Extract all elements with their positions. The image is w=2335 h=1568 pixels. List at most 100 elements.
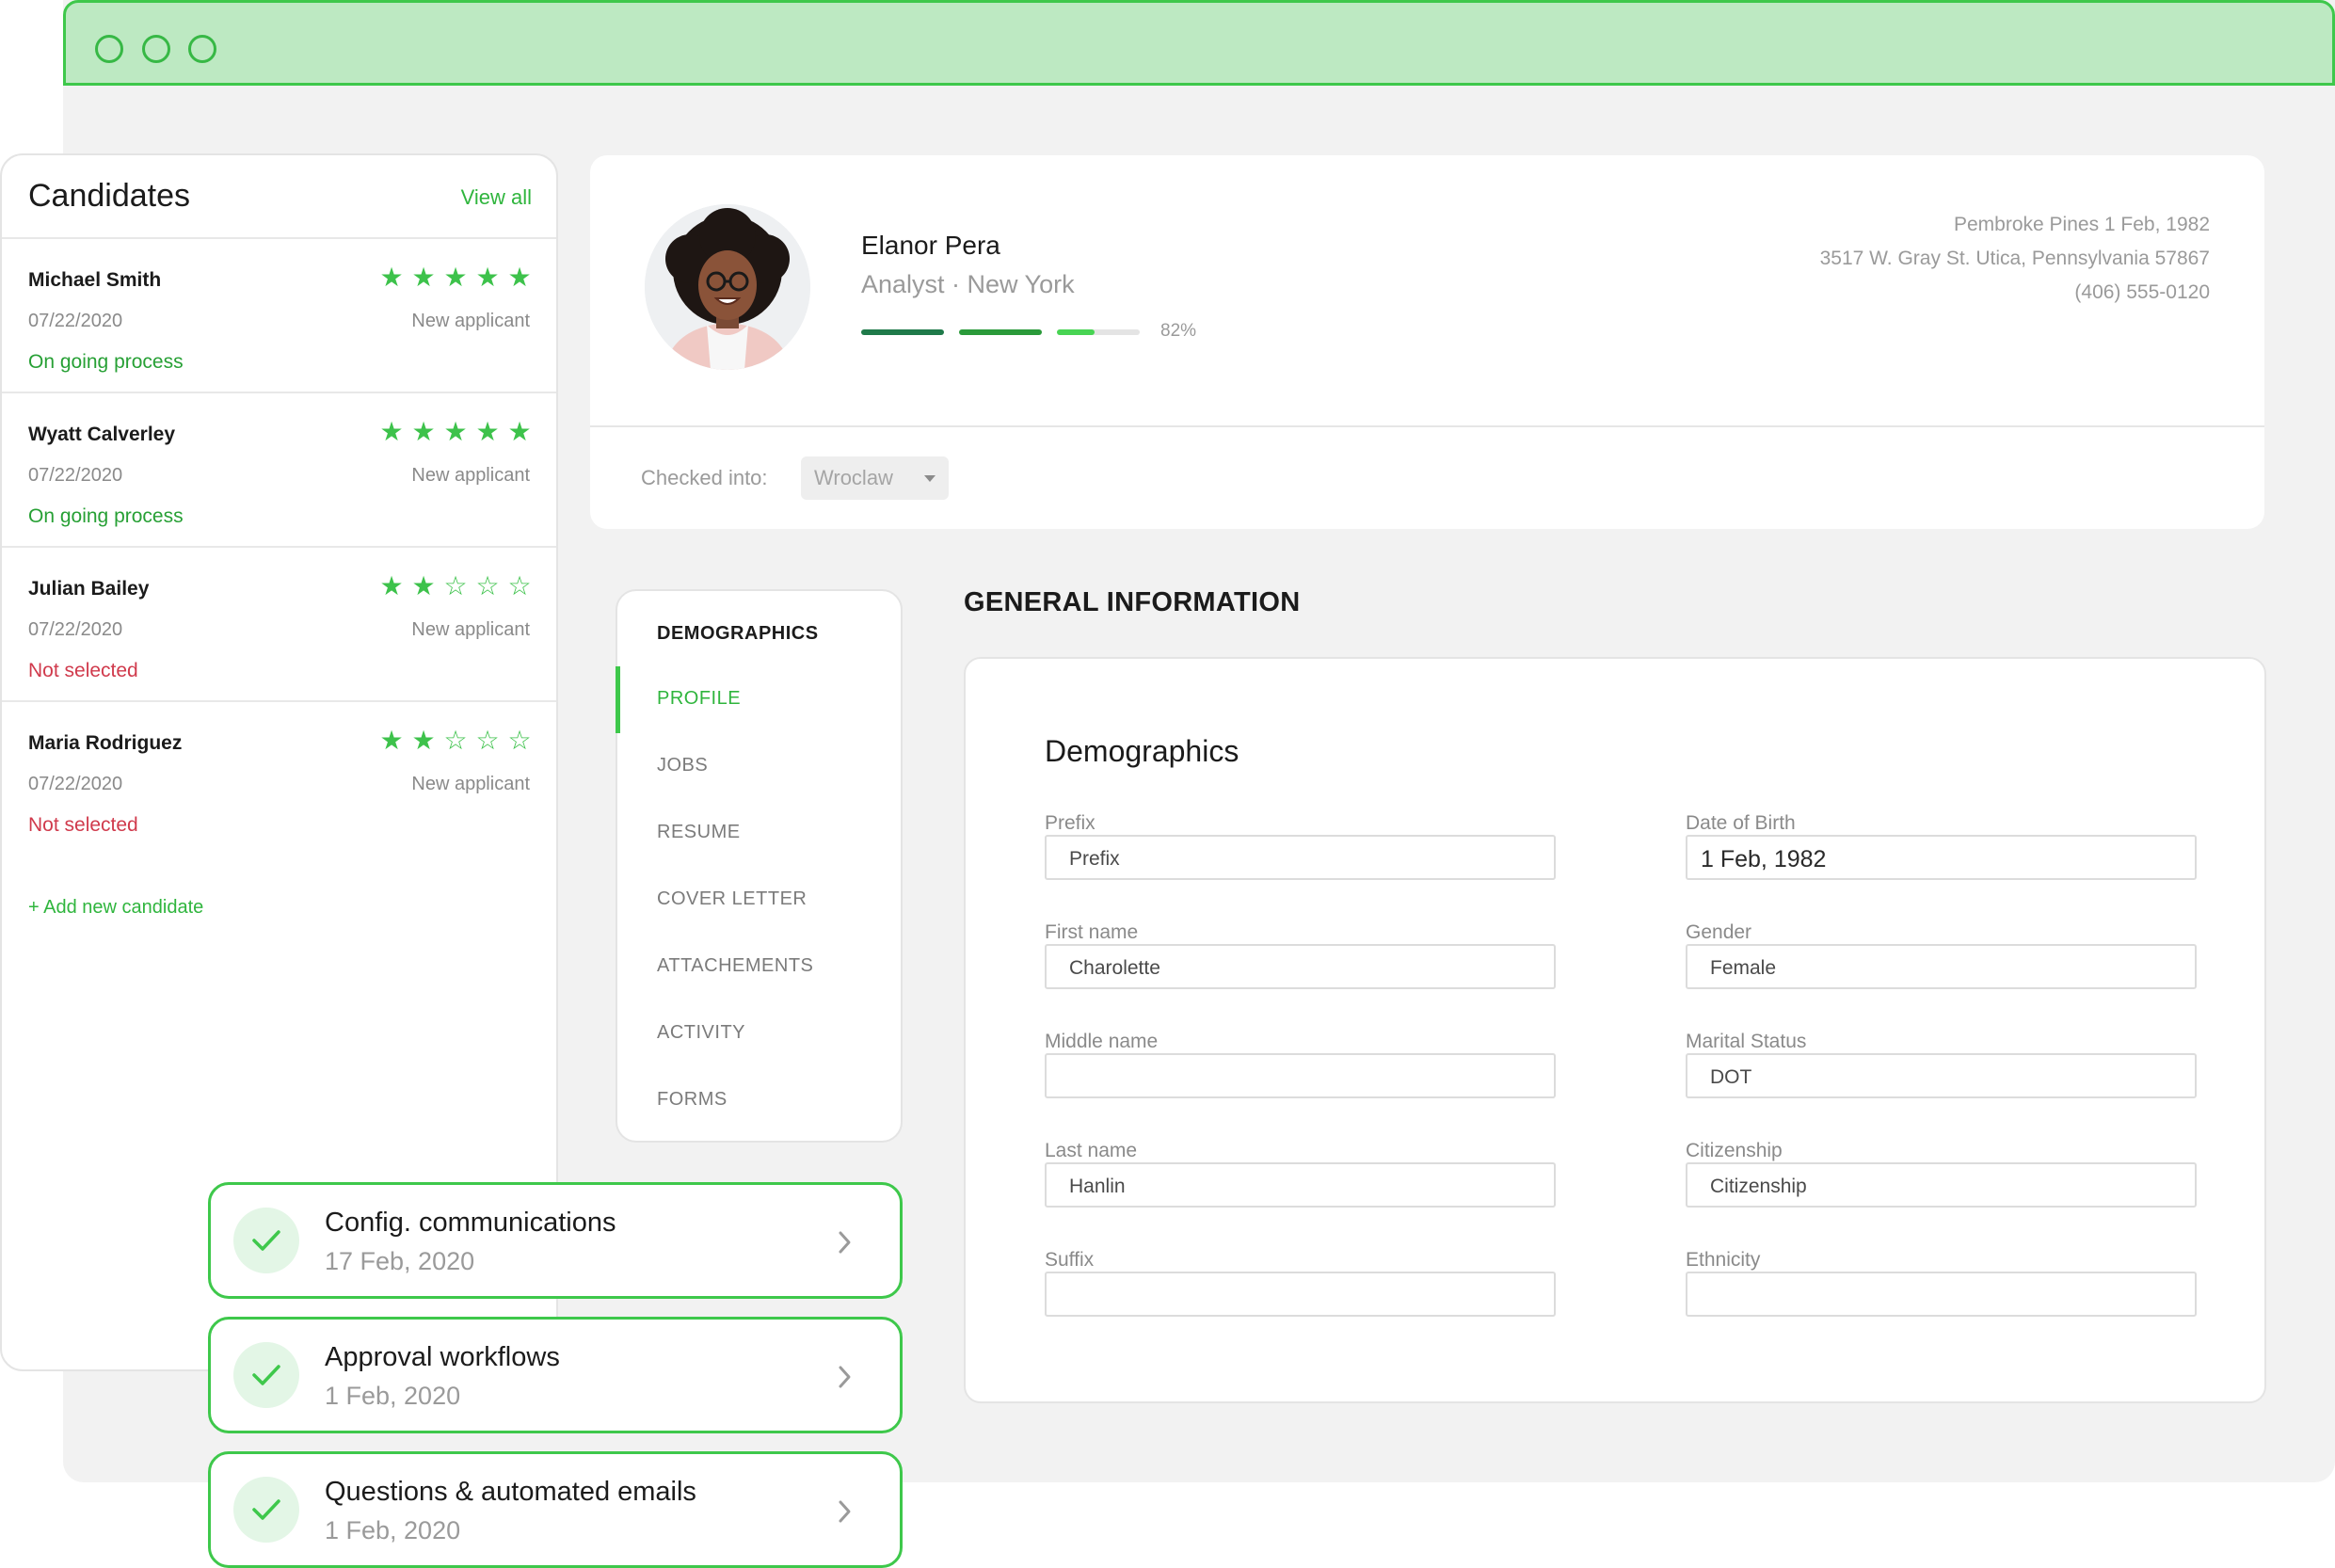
candidate-name: Julian Bailey xyxy=(28,578,150,600)
chevron-right-icon xyxy=(839,1231,851,1254)
nav-item-resume[interactable]: RESUME xyxy=(657,822,741,843)
suffix-field[interactable] xyxy=(1045,1272,1556,1317)
nav-item-profile[interactable]: PROFILE xyxy=(657,688,741,710)
candidates-title: Candidates xyxy=(28,178,191,214)
candidate-row[interactable]: Wyatt Calverley ★ ★ ★ ★ ★ 07/22/2020 New applic… xyxy=(2,392,556,547)
star-outline-icon: ☆ xyxy=(475,571,500,600)
profile-name: Elanor Pera xyxy=(861,231,1000,260)
nav-item-attachements[interactable]: ATTACHEMENTS xyxy=(657,955,813,977)
star-filled-icon: ★ xyxy=(411,417,436,446)
candidate-row[interactable]: Julian Bailey ★ ★ ☆ ☆ ☆ 07/22/2020 New applican… xyxy=(2,546,556,701)
first-name-field[interactable]: Charolette xyxy=(1045,944,1556,989)
last-name-field[interactable]: Hanlin xyxy=(1045,1162,1556,1208)
prefix-field[interactable]: Prefix xyxy=(1045,835,1556,880)
task-date: 1 Feb, 2020 xyxy=(325,1382,461,1410)
candidate-status: Not selected xyxy=(28,814,138,836)
candidate-date: 07/22/2020 xyxy=(28,619,123,640)
field-label-prefix: Prefix xyxy=(1045,812,1096,834)
field-label-ethnicity: Ethnicity xyxy=(1686,1249,1761,1271)
general-information-title: GENERAL INFORMATION xyxy=(964,587,1301,617)
star-filled-icon: ★ xyxy=(379,571,404,600)
candidate-type: New applicant xyxy=(411,774,530,794)
star-filled-icon: ★ xyxy=(443,417,468,446)
progress-segment-3-fill xyxy=(1057,329,1096,335)
checked-into-label: Checked into: xyxy=(641,466,768,489)
candidate-status: On going process xyxy=(28,351,184,373)
field-label-first-name: First name xyxy=(1045,921,1139,943)
rating-stars[interactable]: ★ ★ ★ ★ ★ xyxy=(379,419,532,445)
window-maximize-dot[interactable] xyxy=(188,35,216,63)
star-filled-icon: ★ xyxy=(379,726,404,755)
task-card[interactable]: Config. communications 17 Feb, 2020 xyxy=(208,1182,903,1299)
star-outline-icon: ☆ xyxy=(443,571,468,600)
star-filled-icon: ★ xyxy=(507,417,532,446)
task-title: Approval workflows xyxy=(325,1342,560,1372)
candidate-type: New applicant xyxy=(411,619,530,640)
task-date: 17 Feb, 2020 xyxy=(325,1247,475,1275)
field-label-citizenship: Citizenship xyxy=(1686,1140,1783,1161)
rating-stars[interactable]: ★ ★ ★ ★ ★ xyxy=(379,264,532,291)
profile-phone: (406) 555-0120 xyxy=(2074,281,2210,303)
star-filled-icon: ★ xyxy=(507,263,532,292)
chevron-right-icon xyxy=(839,1366,851,1388)
check-circle-icon xyxy=(233,1208,299,1273)
star-filled-icon: ★ xyxy=(411,263,436,292)
check-circle-icon xyxy=(233,1342,299,1408)
star-filled-icon: ★ xyxy=(411,571,436,600)
chevron-right-icon xyxy=(839,1500,851,1523)
nav-item-forms[interactable]: FORMS xyxy=(657,1089,728,1111)
checked-into-select[interactable]: Wroclaw xyxy=(801,456,949,500)
star-outline-icon: ☆ xyxy=(443,726,468,755)
window-minimize-dot[interactable] xyxy=(142,35,170,63)
nav-item-cover-letter[interactable]: COVER LETTER xyxy=(657,888,807,910)
candidate-row[interactable]: Michael Smith ★ ★ ★ ★ ★ 07/22/2020 New applican… xyxy=(2,237,556,392)
field-label-marital-status: Marital Status xyxy=(1686,1031,1807,1052)
add-new-candidate-link[interactable]: + Add new candidate xyxy=(28,897,203,919)
task-date: 1 Feb, 2020 xyxy=(325,1516,461,1544)
field-label-middle-name: Middle name xyxy=(1045,1031,1159,1052)
avatar xyxy=(645,204,810,370)
candidate-type: New applicant xyxy=(411,465,530,486)
nav-item-activity[interactable]: ACTIVITY xyxy=(657,1022,745,1044)
field-label-suffix: Suffix xyxy=(1045,1249,1095,1271)
profile-divider xyxy=(590,425,2264,427)
star-filled-icon: ★ xyxy=(475,417,500,446)
window-close-dot[interactable] xyxy=(95,35,123,63)
profile-address-line: 3517 W. Gray St. Utica, Pennsylvania 578… xyxy=(1819,248,2210,269)
marital-status-field[interactable]: DOT xyxy=(1686,1053,2197,1098)
nav-item-jobs[interactable]: JOBS xyxy=(657,755,708,776)
field-label-last-name: Last name xyxy=(1045,1140,1138,1161)
citizenship-field[interactable]: Citizenship xyxy=(1686,1162,2197,1208)
candidate-status: Not selected xyxy=(28,660,138,681)
gender-field[interactable]: Female xyxy=(1686,944,2197,989)
profile-address-block: Pembroke Pines 1 Feb, 1982 3517 W. Gray … xyxy=(1820,208,2210,310)
nav-heading-demographics[interactable]: DEMOGRAPHICS xyxy=(657,623,819,645)
star-filled-icon: ★ xyxy=(379,417,404,446)
candidate-row[interactable]: Maria Rodriguez ★ ★ ☆ ☆ ☆ 07/22/2020 New applic… xyxy=(2,700,556,856)
task-card[interactable]: Approval workflows 1 Feb, 2020 xyxy=(208,1317,903,1433)
profile-side-nav: DEMOGRAPHICS PROFILE JOBS RESUME COVER LETT… xyxy=(616,589,903,1143)
nav-active-indicator xyxy=(616,666,620,733)
profile-birth-line: Pembroke Pines 1 Feb, 1982 xyxy=(1954,214,2210,235)
rating-stars[interactable]: ★ ★ ☆ ☆ ☆ xyxy=(379,728,532,754)
middle-name-field[interactable] xyxy=(1045,1053,1556,1098)
candidate-date: 07/22/2020 xyxy=(28,311,123,331)
field-label-gender: Gender xyxy=(1686,921,1752,943)
candidate-type: New applicant xyxy=(411,311,530,331)
rating-stars[interactable]: ★ ★ ☆ ☆ ☆ xyxy=(379,573,532,600)
view-all-link[interactable]: View all xyxy=(461,185,532,210)
candidate-name: Maria Rodriguez xyxy=(28,732,183,754)
ethnicity-field[interactable] xyxy=(1686,1272,2197,1317)
task-title: Config. communications xyxy=(325,1208,616,1238)
task-card[interactable]: Questions & automated emails 1 Feb, 2020 xyxy=(208,1451,903,1568)
progress-percent: 82% xyxy=(1160,321,1197,341)
check-circle-icon xyxy=(233,1477,299,1543)
date-of-birth-field[interactable]: 1 Feb, 1982 xyxy=(1686,835,2197,880)
progress-segment-2 xyxy=(959,329,1042,335)
progress-segment-3 xyxy=(1057,329,1140,335)
checked-into-value: Wroclaw xyxy=(814,466,893,489)
candidate-status: On going process xyxy=(28,505,184,527)
form-section-title: Demographics xyxy=(1045,734,1239,768)
star-outline-icon: ☆ xyxy=(475,726,500,755)
star-filled-icon: ★ xyxy=(475,263,500,292)
